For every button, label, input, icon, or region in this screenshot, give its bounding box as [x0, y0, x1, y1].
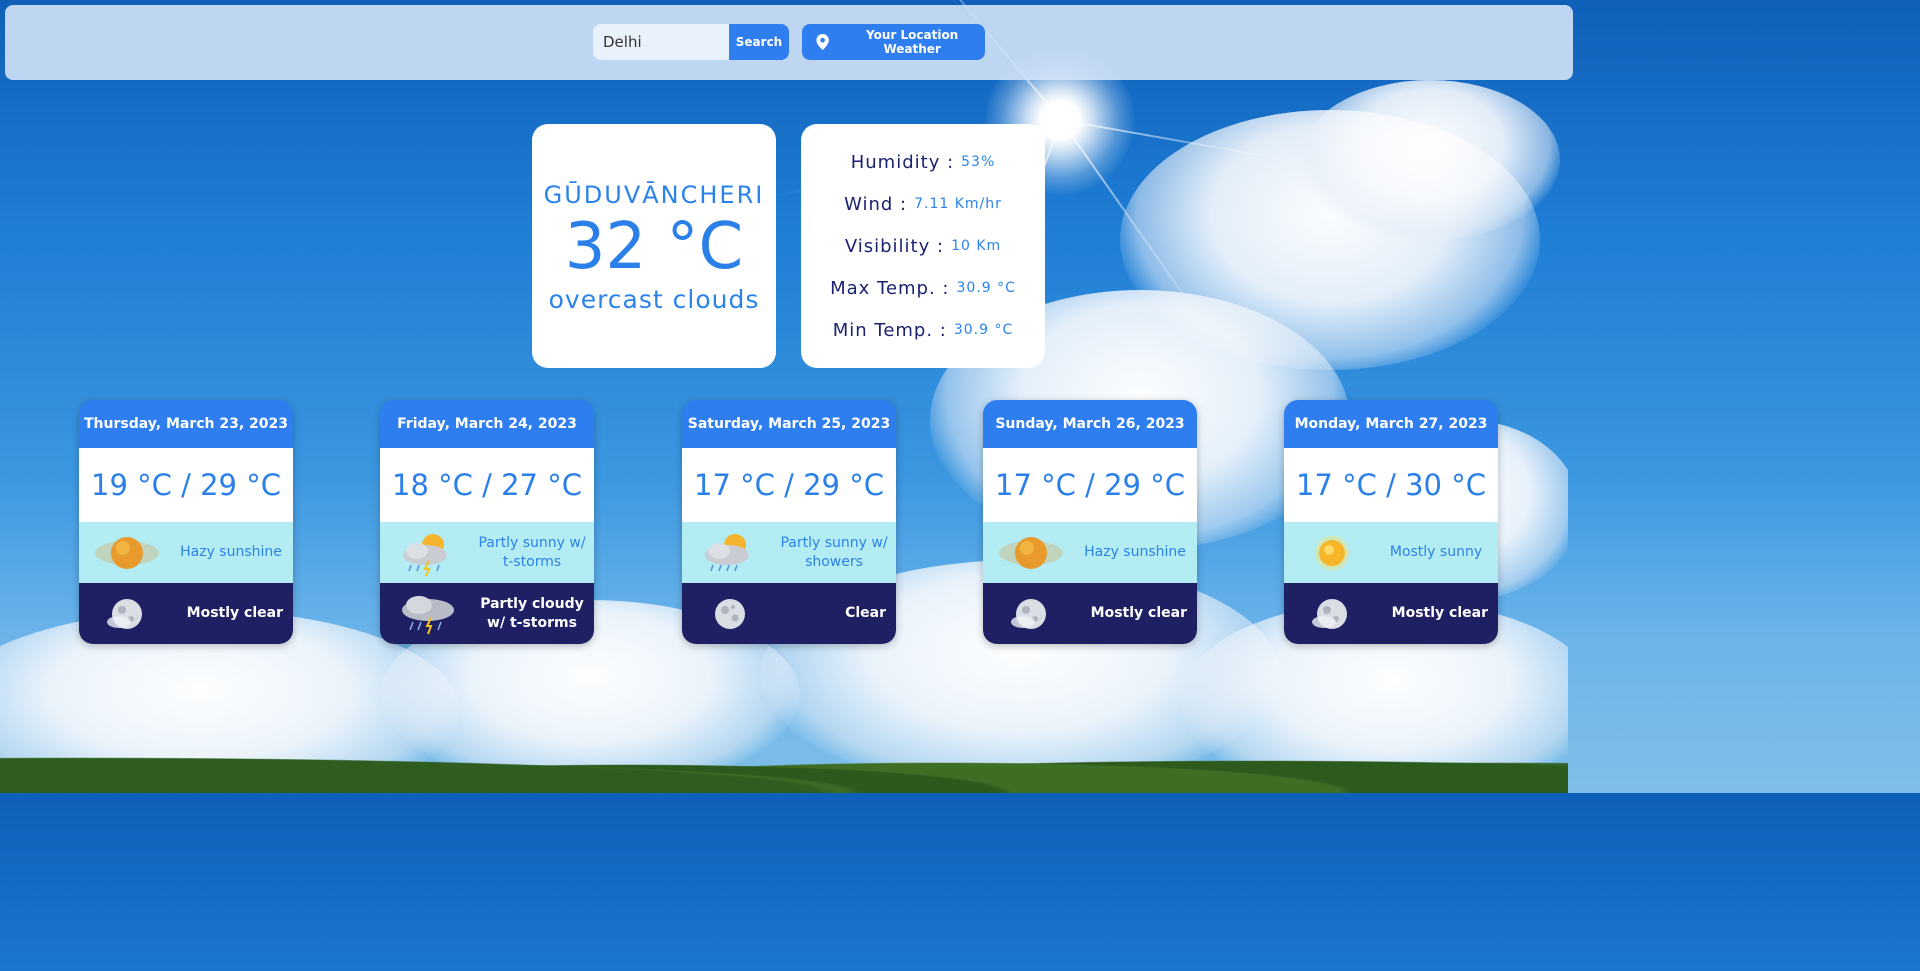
forecast-card: Sunday, March 26, 2023 17 °C / 29 °C Haz… — [983, 400, 1197, 644]
forecast-temp-range: 18 °C / 27 °C — [380, 448, 594, 522]
detail-label: Min Temp. : — [832, 319, 947, 341]
location-button-label: Your Location Weather — [866, 28, 959, 56]
moon-icon — [682, 583, 778, 644]
detail-visibility: Visibility : 10 Km — [845, 225, 1001, 267]
search-button[interactable]: Search — [729, 24, 789, 60]
detail-value: 30.9 °C — [956, 280, 1016, 296]
forecast-temp-range: 17 °C / 30 °C — [1284, 448, 1498, 522]
forecast-card: Saturday, March 25, 2023 17 °C / 29 °C P… — [682, 400, 896, 644]
forecast-date: Monday, March 27, 2023 — [1284, 400, 1498, 448]
detail-label: Wind : — [844, 193, 908, 215]
detail-label: Humidity : — [850, 151, 955, 173]
moon-cloud-icon — [983, 583, 1079, 644]
detail-value: 30.9 °C — [953, 322, 1014, 338]
moon-cloud-icon — [1284, 583, 1380, 644]
forecast-day-row: Partly sunny w/ showers — [682, 522, 896, 583]
detail-max-temp: Max Temp. : 30.9 °C — [830, 267, 1016, 309]
cloud — [1300, 80, 1560, 240]
forecast-day-text: Partly sunny w/ t-storms — [478, 534, 586, 570]
forecast-card: Monday, March 27, 2023 17 °C / 30 °C Mos… — [1284, 400, 1498, 644]
forecast-day-row: Partly sunny w/ t-storms — [380, 522, 594, 583]
sun-icon — [1284, 522, 1380, 583]
hazy-sun-icon — [983, 522, 1079, 583]
forecast-night-text: Mostly clear — [1391, 605, 1488, 621]
background-sky — [0, 0, 1568, 793]
search-input[interactable] — [593, 24, 729, 60]
forecast-card: Friday, March 24, 2023 18 °C / 27 °C Par… — [380, 400, 594, 644]
current-temperature: 32 °C — [564, 209, 744, 284]
forecast-night-row: Partly cloudy w/ t-storms — [380, 583, 594, 644]
forecast-day-text: Hazy sunshine — [1084, 544, 1186, 560]
header-bar: Search Your Location Weather — [5, 5, 1573, 80]
detail-label: Max Temp. : — [830, 277, 950, 299]
current-weather-card: GŪDUVĀNCHERI 32 °C overcast clouds — [532, 124, 776, 368]
city-name: GŪDUVĀNCHERI — [543, 180, 765, 209]
forecast-night-text: Partly cloudy w/ t-storms — [480, 595, 584, 631]
detail-label: Visibility : — [844, 235, 945, 257]
forecast-day-row: Hazy sunshine — [79, 522, 293, 583]
forecast-day-text: Hazy sunshine — [180, 544, 282, 560]
tree-line — [0, 723, 1568, 793]
weather-description: overcast clouds — [548, 284, 760, 314]
forecast-night-row: Mostly clear — [79, 583, 293, 644]
moon-cloud-icon — [79, 583, 175, 644]
forecast-temp-range: 17 °C / 29 °C — [983, 448, 1197, 522]
forecast-date: Saturday, March 25, 2023 — [682, 400, 896, 448]
forecast-date: Thursday, March 23, 2023 — [79, 400, 293, 448]
forecast-day-row: Mostly sunny — [1284, 522, 1498, 583]
storm-cloud-icon — [380, 583, 476, 644]
forecast-date: Sunday, March 26, 2023 — [983, 400, 1197, 448]
detail-min-temp: Min Temp. : 30.9 °C — [833, 309, 1014, 351]
weather-details-card: Humidity : 53% Wind : 7.11 Km/hr Visibil… — [801, 124, 1045, 368]
forecast-temp-range: 19 °C / 29 °C — [79, 448, 293, 522]
forecast-day-text: Mostly sunny — [1389, 544, 1483, 560]
location-weather-button[interactable]: Your Location Weather — [802, 24, 985, 60]
search-group: Search — [593, 24, 789, 60]
forecast-night-row: Mostly clear — [1284, 583, 1498, 644]
detail-wind: Wind : 7.11 Km/hr — [844, 183, 1002, 225]
forecast-night-text: Clear — [845, 605, 886, 621]
forecast-day-text: Partly sunny w/ showers — [780, 534, 888, 570]
sun-storm-icon — [380, 522, 476, 583]
detail-value: 10 Km — [951, 238, 1002, 254]
forecast-night-text: Mostly clear — [186, 605, 283, 621]
map-pin-icon — [816, 34, 829, 50]
forecast-date: Friday, March 24, 2023 — [380, 400, 594, 448]
forecast-day-row: Hazy sunshine — [983, 522, 1197, 583]
forecast-night-row: Mostly clear — [983, 583, 1197, 644]
forecast-temp-range: 17 °C / 29 °C — [682, 448, 896, 522]
detail-value: 53% — [961, 154, 996, 170]
forecast-card: Thursday, March 23, 2023 19 °C / 29 °C H… — [79, 400, 293, 644]
sun-showers-icon — [682, 522, 778, 583]
detail-value: 7.11 Km/hr — [914, 196, 1002, 212]
hazy-sun-icon — [79, 522, 175, 583]
forecast-night-row: Clear — [682, 583, 896, 644]
detail-humidity: Humidity : 53% — [851, 141, 996, 183]
forecast-night-text: Mostly clear — [1090, 605, 1187, 621]
